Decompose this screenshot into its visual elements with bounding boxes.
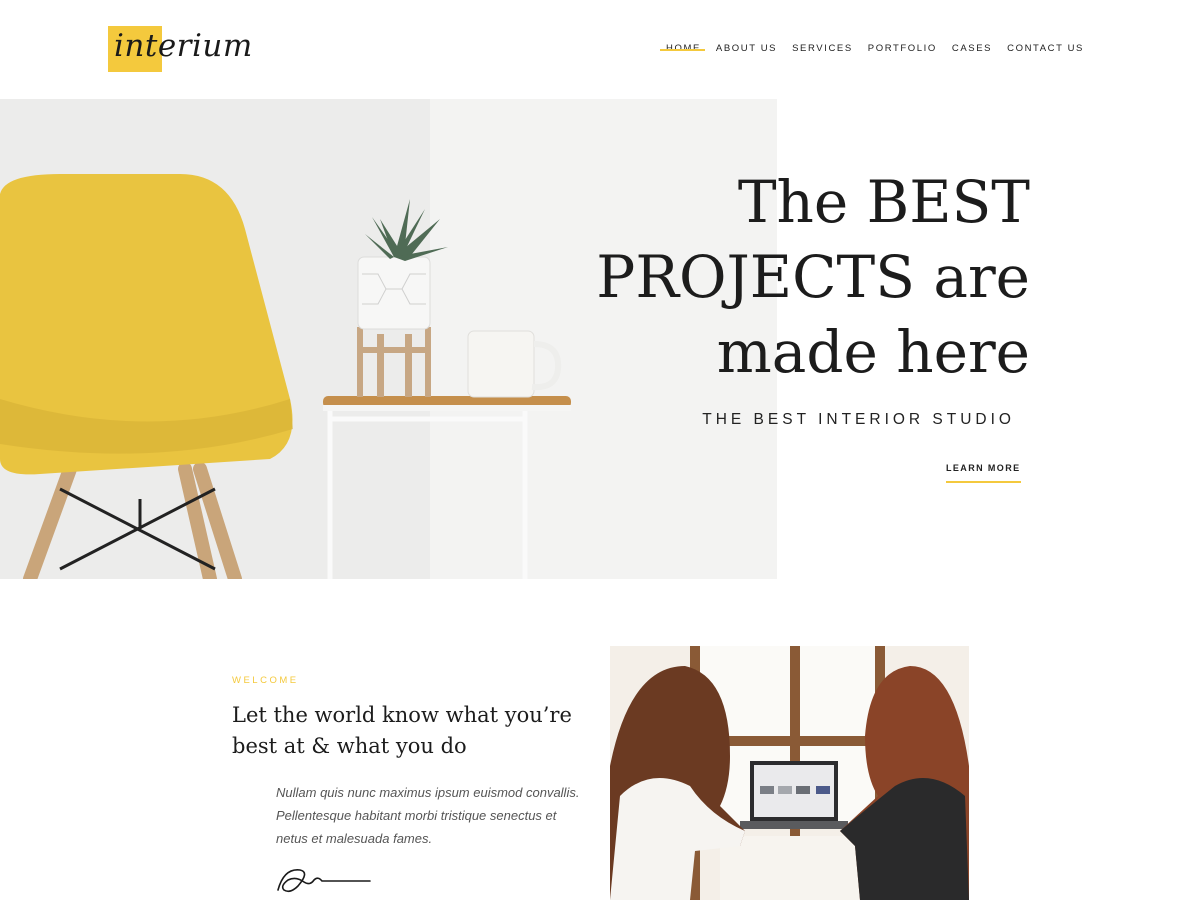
section-body: Nullam quis nunc maximus ipsum euismod c… (276, 785, 580, 846)
nav-home[interactable]: HOME (660, 43, 705, 54)
nav-contact-us[interactable]: CONTACT US (1007, 43, 1084, 54)
hero-title: The BEST PROJECTS are made here (596, 168, 1030, 386)
nav-services[interactable]: SERVICES (792, 43, 853, 54)
section-heading: Let the world know what you’re best at &… (232, 703, 572, 758)
team-meeting-illustration (610, 646, 969, 900)
nav-portfolio[interactable]: PORTFOLIO (868, 43, 937, 54)
logo[interactable]: interium (108, 26, 258, 72)
team-meeting-image (610, 646, 969, 900)
nav-cases[interactable]: CASES (952, 43, 992, 54)
logo-text: interium (114, 28, 253, 64)
learn-more-button[interactable]: LEARN MORE (946, 463, 1021, 483)
section-label: WELCOME (232, 675, 299, 686)
main-nav: HOME ABOUT US SERVICES PORTFOLIO CASES C… (660, 43, 1084, 54)
signature-icon (277, 869, 371, 893)
hero-subtitle: THE BEST INTERIOR STUDIO (702, 411, 1015, 428)
nav-about-us[interactable]: ABOUT US (716, 43, 777, 54)
